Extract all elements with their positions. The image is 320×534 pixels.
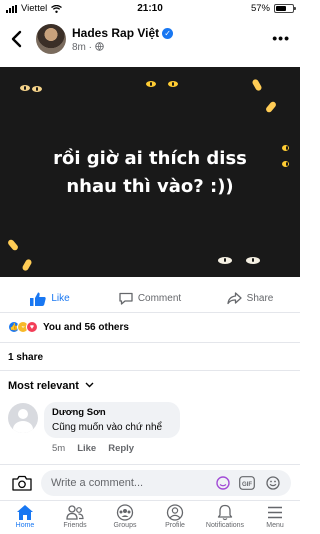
comment-icon — [119, 292, 133, 305]
post-image-caption: rồi giờ ai thích diss nhau thì vào? :)) — [53, 148, 247, 197]
paw-decoration-icon — [264, 100, 278, 114]
paw-decoration-icon — [6, 238, 20, 252]
globe-icon — [95, 42, 104, 51]
love-reaction-icon: ♥ — [26, 321, 38, 333]
eye-decoration-icon — [168, 81, 178, 87]
eye-decoration-icon — [32, 86, 42, 92]
more-options-icon[interactable]: ••• — [272, 30, 290, 46]
eye-decoration-icon — [20, 85, 30, 91]
divider — [0, 370, 300, 371]
comment-reply-link[interactable]: Reply — [108, 443, 134, 454]
post-header: Hades Rap Việt ✓ 8m · ••• — [0, 17, 300, 61]
comment-filter-dropdown[interactable]: Most relevant — [8, 380, 94, 392]
svg-text:GIF: GIF — [242, 482, 252, 488]
bottom-navigation: Home Friends Groups Profile Notification… — [0, 500, 300, 534]
comment-like-link[interactable]: Like — [77, 443, 96, 454]
commenter-avatar[interactable] — [8, 403, 38, 433]
eye-decoration-icon — [146, 81, 156, 87]
comment-time: 5m — [52, 443, 66, 454]
status-bar: Viettel 21:10 57% — [0, 0, 300, 17]
nav-profile[interactable]: Profile — [150, 501, 200, 534]
friends-icon — [66, 505, 84, 520]
page-name[interactable]: Hades Rap Việt ✓ — [72, 26, 174, 40]
post-image[interactable]: rồi giờ ai thích diss nhau thì vào? :)) — [0, 67, 300, 277]
back-arrow-icon[interactable] — [8, 28, 26, 50]
comment-meta: 5m Like Reply — [52, 443, 134, 454]
profile-icon — [166, 504, 184, 521]
chevron-down-icon — [85, 382, 94, 388]
paw-decoration-icon — [21, 258, 33, 272]
comment-composer: GIF — [0, 464, 300, 500]
share-icon — [227, 292, 242, 305]
eye-decoration-icon — [246, 257, 260, 264]
eye-decoration-icon — [218, 257, 232, 264]
comment-bubble[interactable]: Dương Sơn Cũng muốn vào chứ nhể — [44, 402, 180, 438]
comment-button[interactable]: Comment — [100, 285, 200, 312]
paw-decoration-icon — [251, 78, 263, 92]
menu-icon — [268, 506, 282, 519]
home-icon — [17, 505, 33, 520]
reaction-summary[interactable]: 👍 ᵕ ♥ You and 56 others — [8, 321, 129, 333]
thumbs-up-icon — [30, 292, 46, 306]
nav-groups[interactable]: Groups — [100, 501, 150, 534]
avatar-sticker-icon[interactable] — [215, 476, 231, 490]
nav-menu[interactable]: Menu — [250, 501, 300, 534]
post-action-bar: Like Comment Share — [0, 285, 300, 313]
bell-icon — [217, 504, 233, 521]
post-time: 8m · — [72, 42, 104, 53]
page-avatar[interactable] — [36, 24, 66, 54]
battery-percent: 57% — [250, 3, 270, 14]
nav-notifications[interactable]: Notifications — [200, 501, 250, 534]
verified-badge-icon: ✓ — [162, 28, 174, 39]
battery-icon — [274, 4, 296, 13]
camera-icon[interactable] — [12, 475, 32, 491]
comment-author[interactable]: Dương Sơn — [52, 407, 172, 418]
divider — [0, 342, 300, 343]
share-count[interactable]: 1 share — [8, 352, 43, 363]
nav-friends[interactable]: Friends — [50, 501, 100, 534]
nav-home[interactable]: Home — [0, 501, 50, 534]
like-button[interactable]: Like — [0, 285, 100, 312]
groups-icon — [116, 504, 134, 521]
comment-text: Cũng muốn vào chứ nhể — [52, 422, 163, 433]
gif-icon[interactable]: GIF — [239, 476, 255, 490]
share-button[interactable]: Share — [200, 285, 300, 312]
emoji-icon[interactable] — [265, 476, 281, 490]
